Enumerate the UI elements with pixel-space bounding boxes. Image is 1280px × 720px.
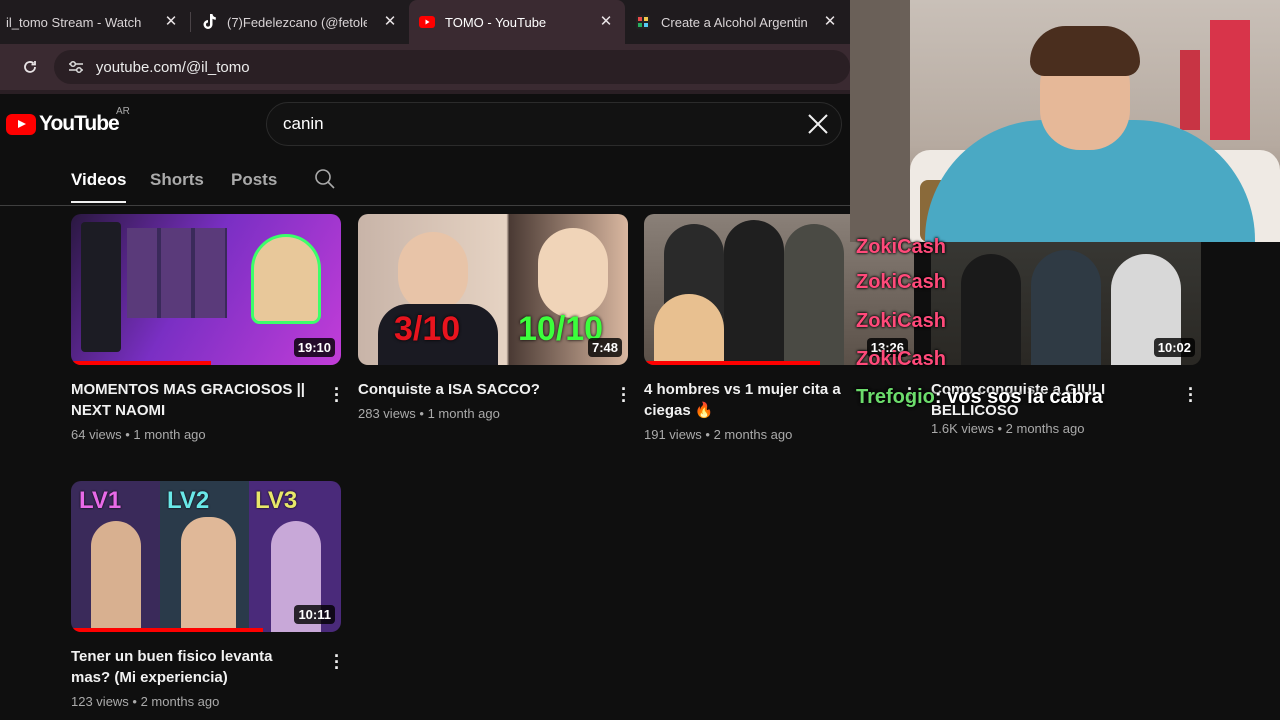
webcam-overlay xyxy=(850,0,1280,242)
tab-posts[interactable]: Posts xyxy=(231,170,277,190)
chat-overlay: ZokiCash ZokiCash ZokiCash ZokiCash Tref… xyxy=(850,236,1280,426)
youtube-wordmark: YouTube xyxy=(39,112,120,135)
thumb-grid xyxy=(127,228,227,318)
thumb-person xyxy=(181,517,236,632)
thumb-label: LV3 xyxy=(255,487,298,514)
chat-username: Trefogio xyxy=(856,386,935,408)
search-box[interactable] xyxy=(266,102,842,146)
thumb-person xyxy=(251,234,321,324)
video-meta: 191 views • 2 months ago xyxy=(644,427,793,442)
watch-progress xyxy=(71,361,212,365)
close-icon[interactable]: ✕ xyxy=(597,12,615,30)
webcam-art xyxy=(1180,50,1200,130)
duration-badge: 19:10 xyxy=(293,338,335,357)
chat-username: ZokiCash xyxy=(856,310,947,332)
tab-shorts[interactable]: Shorts xyxy=(150,170,204,190)
video-thumbnail[interactable]: 3/10 10/10 7:48 xyxy=(358,214,628,365)
more-options-icon[interactable]: · · · xyxy=(614,380,634,410)
tab-title: Create a Alcohol Argentin xyxy=(661,14,808,30)
view-count: 191 views xyxy=(644,427,702,442)
video-meta: 283 views • 1 month ago xyxy=(358,406,500,421)
thumb-person xyxy=(724,220,784,365)
close-icon[interactable]: ✕ xyxy=(381,12,399,30)
browser-tab-bar: il_tomo Stream - Watch L ✕ (7)Fedelezcan… xyxy=(0,0,850,44)
reload-icon[interactable] xyxy=(20,57,40,77)
video-title[interactable]: 4 hombres vs 1 mujer cita a ciegas 🔥 xyxy=(644,379,884,421)
watch-progress xyxy=(644,361,820,365)
omnibox[interactable]: youtube.com/@il_tomo xyxy=(53,50,850,84)
thumb-person xyxy=(784,224,844,365)
video-meta: 123 views • 2 months ago xyxy=(71,694,220,709)
thumb-person xyxy=(538,228,608,318)
close-icon[interactable]: ✕ xyxy=(821,12,839,30)
thumb-panel xyxy=(81,222,121,352)
youtube-icon xyxy=(419,14,435,30)
video-thumbnail[interactable]: LV1 LV2 LV3 10:11 xyxy=(71,481,341,632)
video-card[interactable]: 19:10 · · · MOMENTOS MAS GRACIOSOS || NEXT… xyxy=(71,214,341,442)
tab-title: TOMO - YouTube xyxy=(445,14,547,30)
upload-age: 2 months ago xyxy=(713,427,793,442)
webcam-art xyxy=(1210,20,1250,140)
streamer-hair xyxy=(1030,26,1140,76)
video-title[interactable]: Conquiste a ISA SACCO? xyxy=(358,379,598,400)
address-bar: youtube.com/@il_tomo xyxy=(0,44,850,90)
browser-tab-kick[interactable]: il_tomo Stream - Watch L ✕ xyxy=(0,0,190,44)
tab-title: il_tomo Stream - Watch L xyxy=(6,14,146,30)
thumb-label: LV1 xyxy=(79,487,122,514)
thumb-person xyxy=(654,294,724,365)
more-options-icon[interactable]: · · · xyxy=(327,380,347,410)
close-icon[interactable]: ✕ xyxy=(162,12,180,30)
youtube-logo[interactable]: YouTube AR xyxy=(6,106,130,136)
webcam-window xyxy=(850,0,910,242)
thumb-person xyxy=(398,232,468,312)
chat-username: ZokiCash xyxy=(856,271,947,293)
tiktok-icon xyxy=(201,14,217,30)
watch-progress xyxy=(71,628,263,632)
site-settings-icon[interactable] xyxy=(66,57,86,77)
close-icon[interactable] xyxy=(805,111,831,137)
sheets-icon xyxy=(635,14,651,30)
more-options-icon[interactable]: · · · xyxy=(327,647,347,677)
view-count: 283 views xyxy=(358,406,416,421)
tab-videos[interactable]: Videos xyxy=(71,170,127,203)
channel-tabs: Videos Shorts Posts xyxy=(0,158,850,206)
upload-age: 2 months ago xyxy=(140,694,220,709)
chat-username: ZokiCash xyxy=(856,348,947,370)
browser-tab-sheets[interactable]: Create a Alcohol Argentin ✕ xyxy=(625,0,849,44)
view-count: 123 views xyxy=(71,694,129,709)
duration-badge: 7:48 xyxy=(587,338,622,357)
thumb-person xyxy=(91,521,141,632)
thumb-score-left: 3/10 xyxy=(394,310,461,348)
youtube-header: YouTube AR xyxy=(0,94,850,158)
search-input[interactable] xyxy=(283,114,763,134)
tab-title: (7)Fedelezcano (@fetolez xyxy=(227,14,367,30)
search-icon[interactable] xyxy=(314,168,336,190)
thumb-label: LV2 xyxy=(167,487,210,514)
screen: il_tomo Stream - Watch L ✕ (7)Fedelezcan… xyxy=(0,0,1280,720)
url-text: youtube.com/@il_tomo xyxy=(95,58,250,76)
chat-message: Trefogio: vos sos la cabra xyxy=(856,386,1103,409)
chat-text: : vos sos la cabra xyxy=(934,386,1103,408)
video-meta: 64 views • 1 month ago xyxy=(71,427,206,442)
video-card[interactable]: 3/10 10/10 7:48 · · · Conquiste a ISA SACC… xyxy=(358,214,628,421)
video-thumbnail[interactable]: 19:10 xyxy=(71,214,341,365)
view-count: 64 views xyxy=(71,427,122,442)
duration-badge: 10:11 xyxy=(294,605,335,624)
video-title[interactable]: Tener un buen fisico levanta mas? (Mi ex… xyxy=(71,646,311,688)
video-card[interactable]: LV1 LV2 LV3 10:11 · · · Tener un buen fisi… xyxy=(71,481,341,709)
youtube-play-icon xyxy=(6,113,36,135)
video-title[interactable]: MOMENTOS MAS GRACIOSOS || NEXT NAOMI xyxy=(71,379,311,421)
browser-tab-tiktok[interactable]: (7)Fedelezcano (@fetolez ✕ xyxy=(191,0,409,44)
upload-age: 1 month ago xyxy=(133,427,206,442)
upload-age: 1 month ago xyxy=(427,406,500,421)
browser-tab-youtube[interactable]: TOMO - YouTube ✕ xyxy=(409,0,625,44)
chat-username: ZokiCash xyxy=(856,236,947,258)
country-code: AR xyxy=(116,106,130,117)
